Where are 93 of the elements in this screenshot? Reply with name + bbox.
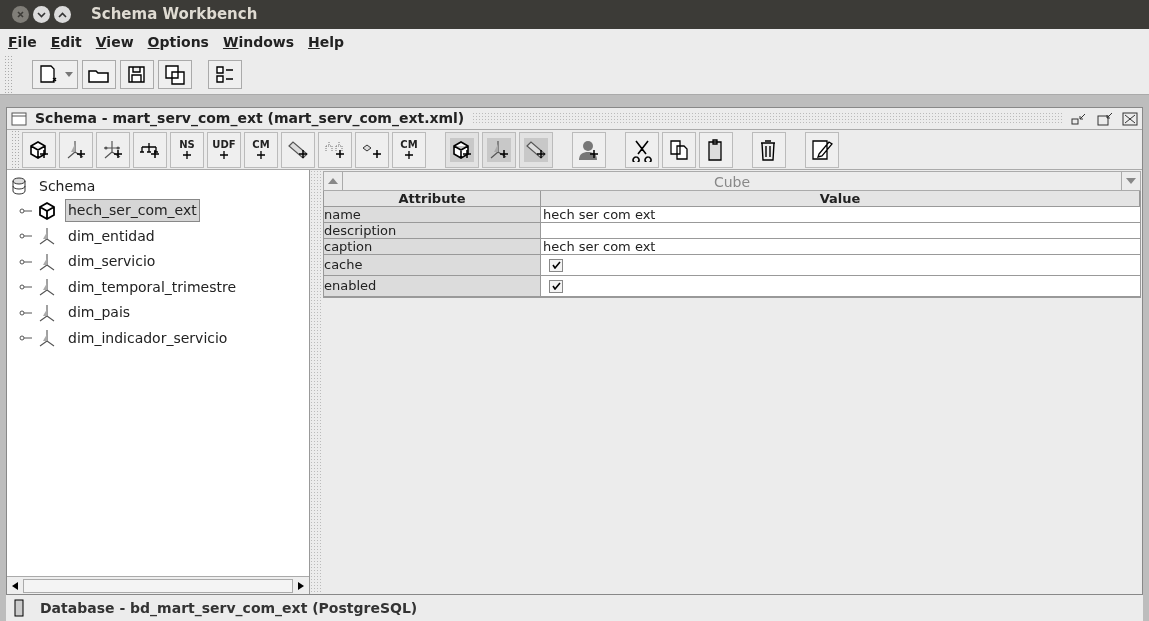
toolbar-button[interactable] bbox=[120, 60, 154, 89]
attribute-cell: cache bbox=[324, 255, 541, 276]
toolbar-button[interactable] bbox=[752, 131, 786, 168]
add-cube-icon bbox=[450, 137, 474, 162]
toolbar-button[interactable] bbox=[133, 131, 167, 168]
column-header: Attribute bbox=[324, 191, 541, 207]
tree-item[interactable]: dim_indicador_servicio bbox=[65, 326, 231, 350]
toolbar-button[interactable] bbox=[699, 131, 733, 168]
scroll-up-icon[interactable] bbox=[328, 178, 338, 184]
menu-item[interactable]: Edit bbox=[50, 31, 82, 53]
document-title: Schema - mart_serv_com_ext (mart_serv_com_ext.xml) bbox=[35, 109, 465, 129]
expand-handle-icon[interactable] bbox=[19, 257, 33, 266]
column-header: Value bbox=[541, 191, 1140, 207]
menu-item[interactable]: View bbox=[95, 31, 134, 53]
horizontal-scrollbar[interactable] bbox=[7, 576, 309, 594]
expand-handle-icon[interactable] bbox=[19, 206, 33, 215]
maximize-icon[interactable] bbox=[1096, 111, 1114, 126]
toolbar-button[interactable] bbox=[355, 131, 389, 168]
toolbar-button[interactable] bbox=[32, 60, 78, 89]
plus-icon bbox=[182, 149, 192, 160]
checkbox[interactable] bbox=[549, 258, 563, 272]
tree-item[interactable]: dim_entidad bbox=[65, 224, 158, 248]
panel-title: Cube bbox=[342, 172, 1122, 190]
toolbar-button[interactable] bbox=[662, 131, 696, 168]
window-icon bbox=[11, 111, 27, 126]
toolbar-button[interactable]: CM bbox=[244, 131, 278, 168]
cube-icon bbox=[37, 200, 57, 221]
axes-icon bbox=[37, 251, 57, 272]
window-title: Schema Workbench bbox=[91, 4, 258, 26]
expand-handle-icon[interactable] bbox=[19, 308, 33, 317]
toolbar-button[interactable] bbox=[625, 131, 659, 168]
toolbar-button[interactable] bbox=[158, 60, 192, 89]
attribute-cell: description bbox=[324, 223, 541, 239]
value-cell[interactable]: hech ser com ext bbox=[541, 207, 1140, 223]
tree-item[interactable]: dim_temporal_trimestre bbox=[65, 275, 240, 299]
scroll-left-icon[interactable] bbox=[12, 581, 18, 590]
minimize-icon[interactable] bbox=[33, 6, 50, 23]
toolbar-button[interactable] bbox=[482, 131, 516, 168]
expand-handle-icon[interactable] bbox=[19, 334, 33, 343]
status-text: Database - bd_mart_serv_com_ext (PostgreSQL) bbox=[40, 598, 418, 619]
toolbar-button[interactable]: UDF bbox=[207, 131, 241, 168]
toolbar-button[interactable] bbox=[805, 131, 839, 168]
edit-icon bbox=[810, 137, 834, 162]
tree-item[interactable]: dim_servicio bbox=[65, 250, 159, 274]
menu-item[interactable]: File bbox=[8, 31, 37, 53]
tree-item[interactable]: hech_ser_com_ext bbox=[65, 199, 200, 223]
maximize-icon[interactable] bbox=[54, 6, 71, 23]
dropdown-icon[interactable] bbox=[1126, 178, 1136, 184]
tree-item[interactable]: dim_pais bbox=[65, 301, 134, 325]
toolbar-button[interactable] bbox=[445, 131, 479, 168]
axes-icon bbox=[37, 277, 57, 298]
toolbar-button[interactable]: NS bbox=[170, 131, 204, 168]
database-icon bbox=[11, 177, 27, 195]
toolbar-button[interactable] bbox=[208, 60, 242, 89]
plus-icon bbox=[404, 149, 414, 160]
add-ruler-icon bbox=[524, 137, 548, 162]
toolbar-button[interactable] bbox=[318, 131, 352, 168]
checkmark-icon bbox=[551, 282, 561, 290]
value-cell[interactable] bbox=[541, 223, 1140, 239]
value-cell[interactable]: hech ser com ext bbox=[541, 239, 1140, 255]
tree-item[interactable]: Schema bbox=[39, 175, 96, 197]
checkbox[interactable] bbox=[549, 279, 563, 293]
expand-handle-icon[interactable] bbox=[19, 283, 33, 292]
toolbar-grip[interactable] bbox=[11, 130, 19, 169]
attribute-cell: name bbox=[324, 207, 541, 223]
axes-icon bbox=[37, 328, 57, 349]
save-as-icon bbox=[163, 62, 187, 87]
add-axes-icon bbox=[487, 137, 511, 162]
toolbar-button[interactable] bbox=[82, 60, 116, 89]
database-icon bbox=[14, 599, 24, 617]
plus-icon bbox=[256, 149, 266, 160]
plus-icon bbox=[219, 149, 229, 160]
menu-item[interactable]: Help bbox=[308, 31, 345, 53]
toolbar-button[interactable] bbox=[519, 131, 553, 168]
splitter-handle[interactable] bbox=[310, 170, 322, 594]
axes-icon bbox=[37, 226, 57, 247]
toolbar-button[interactable]: CM bbox=[392, 131, 426, 168]
expand-handle-icon[interactable] bbox=[19, 232, 33, 241]
copy-icon bbox=[667, 137, 691, 162]
scroll-right-icon[interactable] bbox=[298, 581, 304, 590]
menu-item[interactable]: Options bbox=[147, 31, 209, 53]
checkmark-icon bbox=[551, 261, 561, 269]
toolbar-button[interactable] bbox=[96, 131, 130, 168]
attribute-cell: caption bbox=[324, 239, 541, 255]
toolbar-button[interactable] bbox=[281, 131, 315, 168]
menu-item[interactable]: Windows bbox=[222, 31, 295, 53]
toolbar-button[interactable] bbox=[572, 131, 606, 168]
axes-icon bbox=[37, 302, 57, 323]
close-icon[interactable] bbox=[1122, 111, 1138, 126]
toolbar-button[interactable] bbox=[59, 131, 93, 168]
minimize-icon[interactable] bbox=[1070, 111, 1088, 126]
attribute-cell: enabled bbox=[324, 276, 541, 297]
toolbar-button[interactable] bbox=[22, 131, 56, 168]
